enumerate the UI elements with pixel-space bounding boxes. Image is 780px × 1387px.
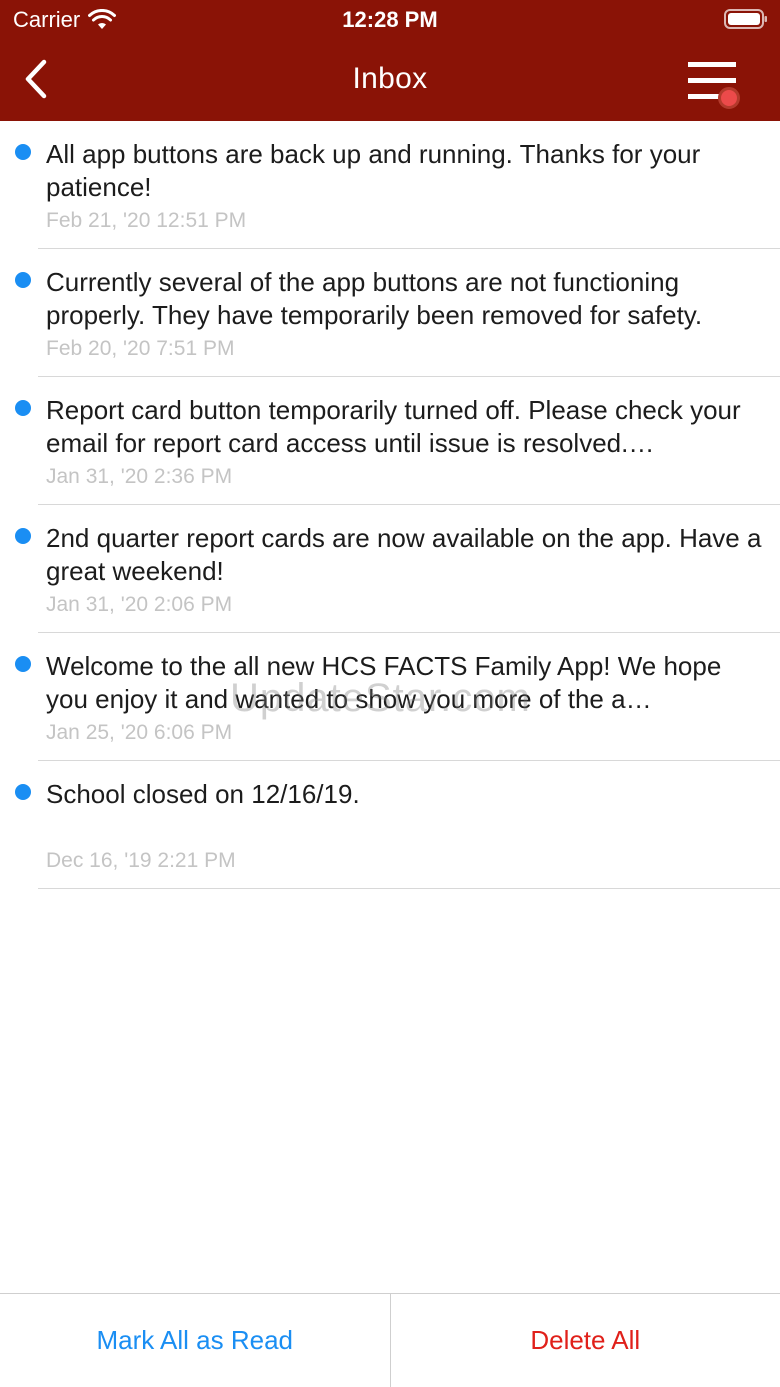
message-date: Jan 25, '20 6:06 PM [46,721,233,744]
message-text: All app buttons are back up and running.… [46,139,701,202]
message-text: Welcome to the all new HCS FACTS Family … [46,651,722,714]
page-title: Inbox [352,62,428,95]
unread-indicator [15,528,31,544]
unread-indicator [15,400,31,416]
message-text: 2nd quarter report cards are now availab… [46,523,762,586]
app-header: Carrier 12:28 PM Inbox [0,0,780,121]
status-bar: Carrier 12:28 PM [0,0,780,40]
unread-indicator [15,656,31,672]
message-text: Currently several of the app buttons are… [46,267,703,330]
message-item[interactable]: Report card button temporarily turned of… [0,377,780,505]
message-item[interactable]: All app buttons are back up and running.… [0,121,780,249]
message-date: Jan 31, '20 2:36 PM [46,465,233,488]
message-date: Feb 21, '20 12:51 PM [46,209,247,232]
message-date: Dec 16, '19 2:21 PM [46,849,236,872]
message-item[interactable]: 2nd quarter report cards are now availab… [0,505,780,633]
message-item[interactable]: School closed on 12/16/19. Dec 16, '19 2… [0,761,780,889]
unread-indicator [15,272,31,288]
message-item[interactable]: Welcome to the all new HCS FACTS Family … [0,633,780,761]
inbox-list: All app buttons are back up and running.… [0,121,780,889]
bottom-toolbar: Mark All as Read Delete All [0,1293,780,1387]
unread-indicator [15,144,31,160]
menu-button[interactable] [682,58,742,114]
message-text: Report card button temporarily turned of… [46,395,741,458]
mark-all-read-button[interactable]: Mark All as Read [0,1294,391,1387]
battery-full-icon [724,9,767,29]
status-time: 12:28 PM [342,7,438,32]
message-text: School closed on 12/16/19. [46,779,360,809]
delete-all-button[interactable]: Delete All [391,1294,780,1387]
navigation-bar: Inbox [0,40,780,121]
message-date: Jan 31, '20 2:06 PM [46,593,233,616]
notification-badge [718,87,740,109]
unread-indicator [15,784,31,800]
message-date: Feb 20, '20 7:51 PM [46,337,235,360]
message-item[interactable]: Currently several of the app buttons are… [0,249,780,377]
